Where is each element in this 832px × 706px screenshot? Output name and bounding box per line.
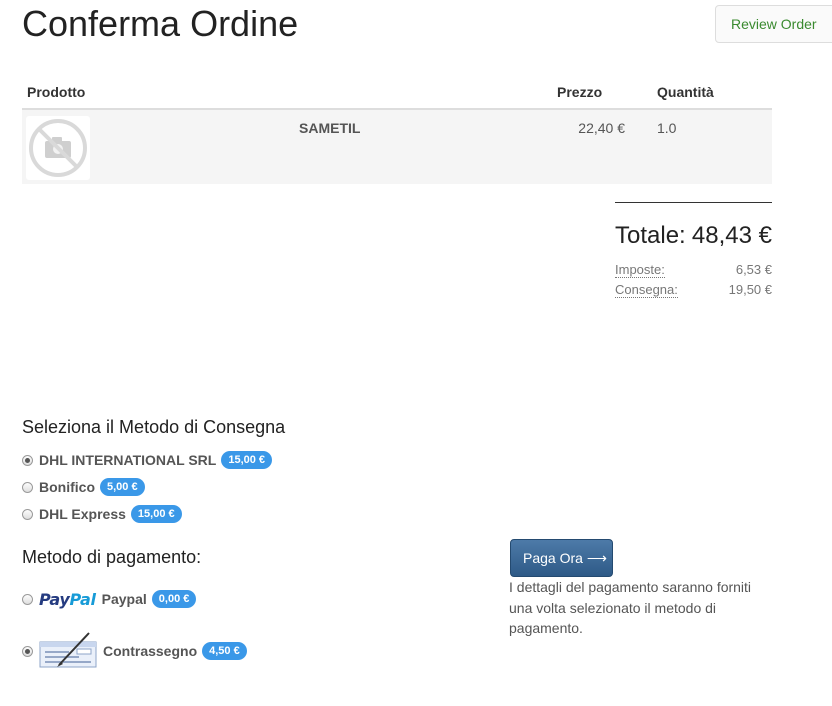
radio-button[interactable] <box>22 454 33 466</box>
total-value: 48,43 € <box>691 222 772 249</box>
option-label[interactable]: Contrassegno <box>103 643 197 659</box>
payment-title: Metodo di pagamento: <box>22 547 202 567</box>
table-row: SAMETIL 22,40 € 1.0 <box>22 110 772 184</box>
option-label[interactable]: DHL Express <box>39 506 126 522</box>
product-quantity: 1.0 <box>657 120 677 136</box>
radio-button[interactable] <box>22 593 33 605</box>
cheque-icon <box>39 632 97 670</box>
review-order-button[interactable]: Review Order <box>715 5 832 43</box>
option-label[interactable]: Paypal <box>102 591 147 607</box>
price-badge: 15,00 € <box>221 451 273 469</box>
no-image-camera-icon <box>26 116 90 180</box>
taxes-value: 6,53 € <box>735 262 772 277</box>
header-price: Prezzo <box>557 84 603 100</box>
price-badge: 15,00 € <box>130 505 182 523</box>
radio-button[interactable] <box>22 645 33 657</box>
delivery-option-dhl-international[interactable]: DHL INTERNATIONAL SRL 15,00 € <box>22 450 273 470</box>
option-label[interactable]: DHL INTERNATIONAL SRL <box>39 452 216 468</box>
paypal-logo: PayPal <box>39 589 96 609</box>
pay-now-button[interactable]: Paga Ora ⟶ <box>510 539 613 577</box>
price-badge: 4,50 € <box>202 642 247 660</box>
order-table: Prodotto Prezzo Quantità SAMETIL 22,40 €… <box>22 80 772 184</box>
product-price: 22,40 € <box>578 120 625 136</box>
header-product: Prodotto <box>27 84 86 100</box>
delivery-option-dhl-express[interactable]: DHL Express 15,00 € <box>22 504 182 524</box>
table-header: Prodotto Prezzo Quantità <box>22 80 772 110</box>
header-quantity: Quantità <box>657 84 714 100</box>
pay-now-label: Paga Ora <box>523 550 583 566</box>
delivery-option-bonifico[interactable]: Bonifico 5,00 € <box>22 477 145 497</box>
price-badge: 5,00 € <box>100 478 145 496</box>
product-name: SAMETIL <box>299 120 361 136</box>
shipping-value: 19,50 € <box>728 282 772 297</box>
payment-option-contrassegno[interactable]: Contrassegno 4,50 € <box>22 632 247 670</box>
radio-button[interactable] <box>22 508 33 520</box>
total-label: Totale: <box>615 222 686 249</box>
taxes-label: Imposte: <box>615 262 665 278</box>
radio-button[interactable] <box>22 481 33 493</box>
payment-note: I dettagli del pagamento saranno forniti… <box>509 579 752 636</box>
delivery-title: Seleziona il Metodo di Consegna <box>22 417 286 437</box>
arrow-right-icon: ⟶ <box>586 550 607 566</box>
price-badge: 0,00 € <box>151 590 197 608</box>
shipping-label: Consegna: <box>615 282 678 298</box>
option-label[interactable]: Bonifico <box>39 479 95 495</box>
totals-divider <box>615 202 772 203</box>
payment-option-paypal[interactable]: PayPal Paypal 0,00 € <box>22 589 197 609</box>
page-title: Conferma Ordine <box>22 3 299 44</box>
